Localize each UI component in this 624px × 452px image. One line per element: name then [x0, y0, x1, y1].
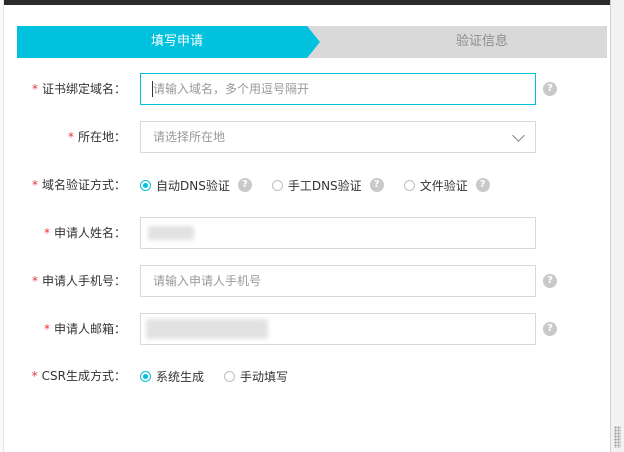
location-row: * 所在地： 请选择所在地	[0, 121, 610, 153]
domain-row: * 证书绑定域名： 请输入域名，多个用逗号隔开 ?	[0, 73, 610, 105]
location-label: * 所在地：	[67, 130, 126, 144]
resize-grip[interactable]	[614, 426, 621, 448]
radio-dot[interactable]	[140, 179, 151, 191]
verify-method-radio-group: 自动DNS验证? 手工DNS验证? 文件验证?	[140, 169, 510, 201]
applicant-email-label: * 申请人邮箱：	[43, 322, 126, 336]
question-circle-icon[interactable]: ?	[543, 82, 557, 96]
required-mark: *	[31, 178, 38, 192]
radio-dot[interactable]	[271, 179, 283, 191]
redacted-value	[148, 226, 194, 240]
required-mark: *	[67, 130, 74, 144]
applicant-name-row: * 申请人姓名：	[0, 217, 610, 249]
step-fill-application: 填写申请	[17, 26, 320, 58]
step-label: 填写申请	[150, 34, 203, 49]
domain-input[interactable]: 请输入域名，多个用逗号隔开	[140, 73, 536, 105]
required-mark: *	[31, 274, 38, 288]
location-select[interactable]: 请选择所在地	[140, 121, 536, 153]
radio-system-generate[interactable]: 系统生成	[140, 368, 204, 385]
question-circle-icon[interactable]: ?	[237, 178, 252, 192]
required-mark: *	[43, 226, 50, 240]
step-label: 验证信息	[455, 34, 508, 49]
applicant-name-input[interactable]	[140, 217, 536, 249]
redacted-value	[146, 319, 268, 339]
verify-method-row: * 域名验证方式： 自动DNS验证? 手工DNS验证? 文件验证?	[0, 169, 610, 201]
radio-dot[interactable]	[224, 370, 236, 382]
required-mark: *	[31, 82, 38, 96]
radio-manual-fill[interactable]: 手动填写	[224, 368, 288, 385]
question-circle-icon[interactable]: ?	[543, 274, 557, 288]
required-mark: *	[31, 369, 38, 383]
progress-steps: 验证信息 填写申请	[17, 26, 607, 58]
window-scrollbar[interactable]	[610, 0, 624, 452]
question-circle-icon[interactable]: ?	[543, 322, 557, 336]
question-circle-icon[interactable]: ?	[475, 178, 490, 192]
applicant-phone-label: * 申请人手机号：	[31, 274, 126, 288]
domain-label: * 证书绑定域名：	[31, 82, 126, 96]
question-circle-icon[interactable]: ?	[369, 178, 384, 192]
radio-auto-dns[interactable]: 自动DNS验证?	[140, 177, 252, 194]
applicant-phone-input[interactable]: 请输入申请人手机号	[140, 265, 536, 297]
radio-file[interactable]: 文件验证?	[403, 177, 490, 194]
window-top-bar	[0, 0, 624, 5]
csr-method-radio-group: 系统生成 手动填写	[140, 360, 308, 392]
applicant-phone-row: * 申请人手机号： 请输入申请人手机号 ?	[0, 265, 610, 297]
radio-manual-dns[interactable]: 手工DNS验证?	[271, 177, 384, 194]
csr-method-label: * CSR生成方式：	[31, 369, 126, 383]
applicant-email-row: * 申请人邮箱： ?	[0, 313, 610, 345]
radio-dot[interactable]	[140, 370, 151, 382]
radio-dot[interactable]	[403, 179, 415, 191]
applicant-name-label: * 申请人姓名：	[43, 226, 126, 240]
csr-method-row: * CSR生成方式： 系统生成 手动填写	[0, 360, 610, 392]
verify-method-label: * 域名验证方式：	[31, 178, 126, 192]
required-mark: *	[43, 322, 50, 336]
text-caret	[152, 81, 153, 97]
